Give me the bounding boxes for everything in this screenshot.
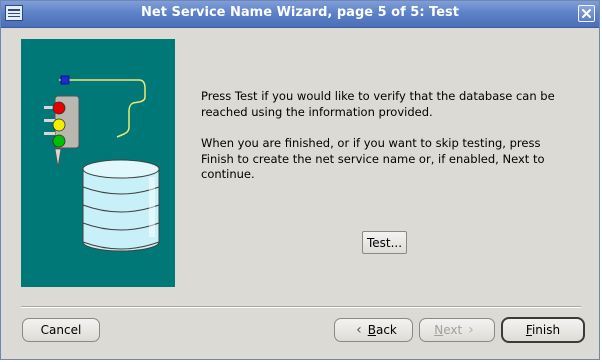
next-label: Next	[434, 323, 463, 337]
finish-label: Finish	[525, 323, 561, 337]
close-button[interactable]	[578, 5, 595, 22]
traffic-light-database-illustration	[44, 75, 160, 252]
finish-button[interactable]: Finish	[501, 317, 585, 343]
wizard-illustration-panel	[21, 39, 175, 287]
back-label: Back	[367, 323, 397, 337]
test-button[interactable]: Test...	[362, 231, 407, 254]
database-icon	[82, 159, 160, 252]
instruction-finish: When you are finished, or if you want to…	[201, 136, 545, 181]
title-bar: Net Service Name Wizard, page 5 of 5: Te…	[1, 1, 599, 28]
instruction-test: Press Test if you would like to verify t…	[201, 89, 555, 119]
chevron-left-icon: ‹	[356, 322, 362, 338]
window-title: Net Service Name Wizard, page 5 of 5: Te…	[141, 5, 459, 20]
chevron-right-icon: ›	[468, 322, 474, 338]
traffic-light-icon	[44, 95, 80, 168]
next-button: Next ›	[419, 318, 495, 342]
back-button[interactable]: ‹ Back	[334, 318, 413, 342]
cancel-button[interactable]: Cancel	[22, 318, 100, 342]
close-icon	[582, 9, 591, 18]
separator	[21, 306, 581, 308]
instructions: Press Test if you would like to verify t…	[201, 89, 573, 183]
wizard-dialog: Net Service Name Wizard, page 5 of 5: Te…	[0, 0, 600, 360]
